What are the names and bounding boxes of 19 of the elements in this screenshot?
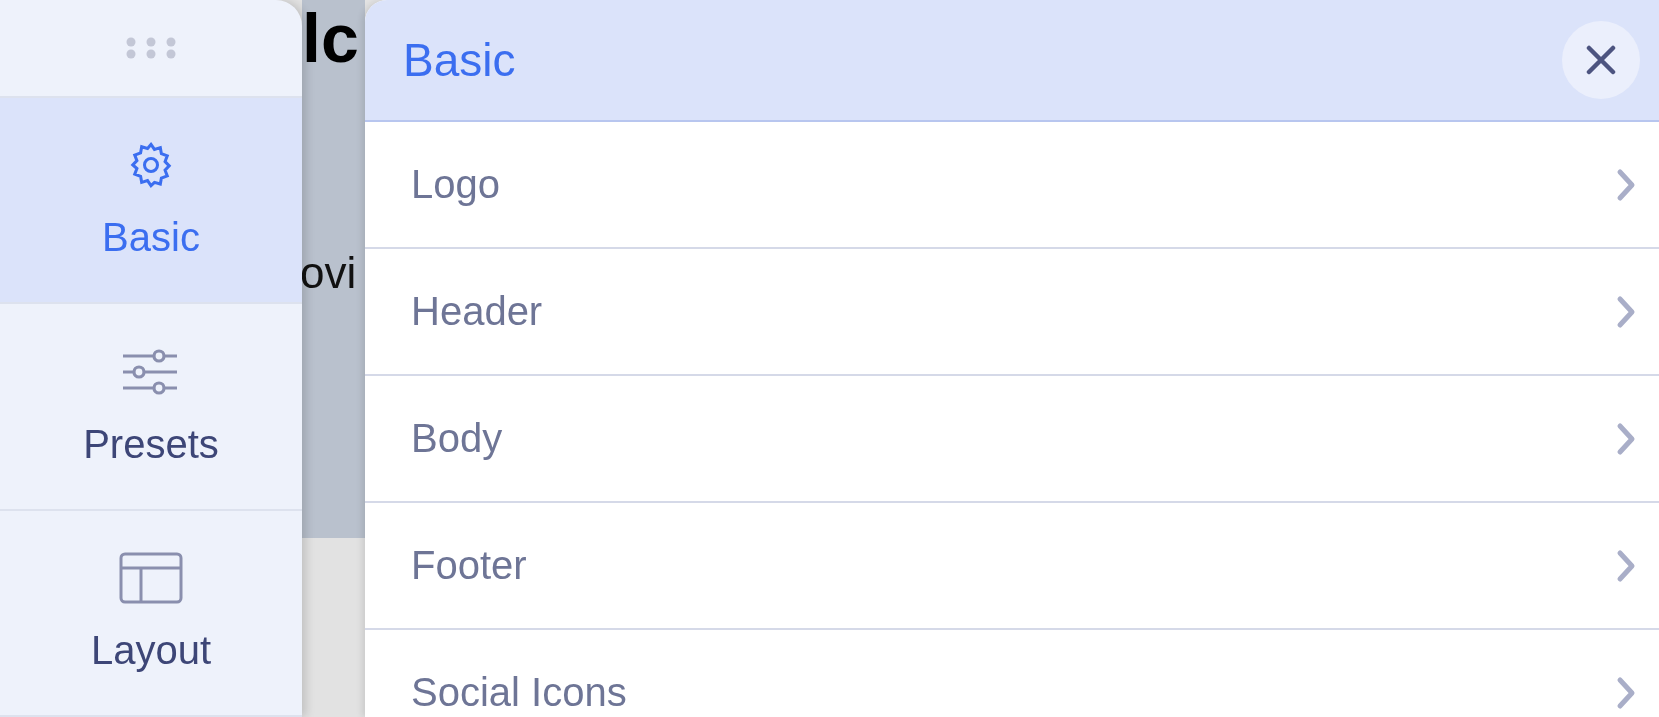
menu-row[interactable]: Social Icons [365, 630, 1659, 717]
menu-row[interactable]: Footer [365, 503, 1659, 630]
sidebar-tab[interactable]: Basic [0, 97, 302, 305]
layout-icon [119, 552, 183, 605]
menu-row[interactable]: Body [365, 376, 1659, 503]
chevron-right-icon [1615, 167, 1637, 202]
chevron-right-icon [1615, 421, 1637, 456]
chevron-right-icon [1615, 294, 1637, 329]
page-text: ovi [302, 248, 358, 298]
drag-handle-icon[interactable] [125, 35, 177, 60]
page-heading: lc [302, 0, 360, 76]
chevron-right-icon [1615, 548, 1637, 583]
close-icon [1586, 45, 1616, 75]
chevron-right-icon [1615, 675, 1637, 710]
menu-row[interactable]: Logo [365, 122, 1659, 249]
sidebar-tab[interactable]: Presets [0, 304, 302, 511]
sidebar-tab[interactable]: Layout [0, 510, 302, 717]
menu-row[interactable]: Header [365, 249, 1659, 376]
panel-title: Basic [403, 33, 516, 87]
